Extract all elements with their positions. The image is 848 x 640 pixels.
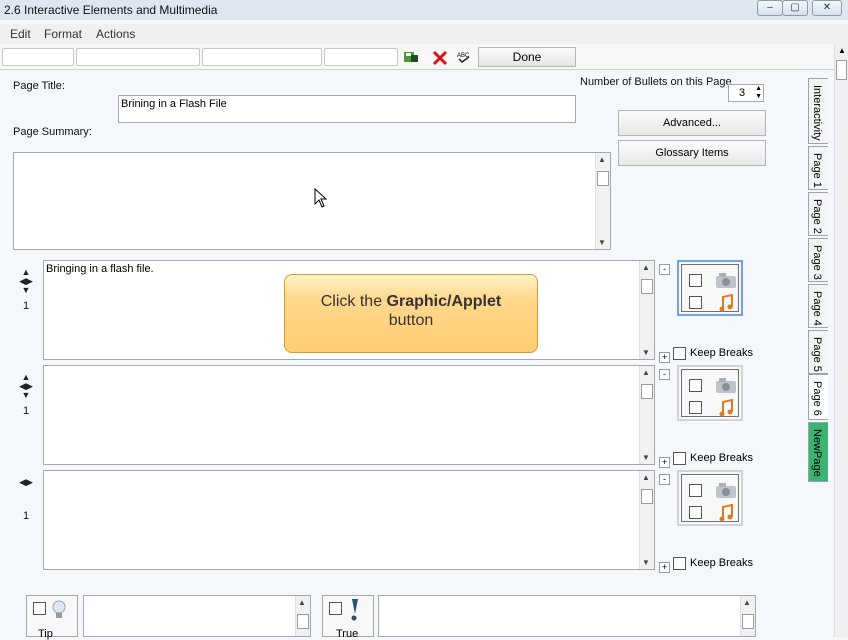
tab-page-4[interactable]: Page 4 — [808, 284, 828, 328]
music-note-icon[interactable] — [718, 504, 734, 522]
page-title-label: Page Title: — [13, 80, 65, 92]
lightbulb-icon — [52, 600, 66, 618]
bullets-count-label: Number of Bullets on this Page — [580, 76, 732, 88]
tip-input[interactable]: ▲ — [83, 595, 311, 637]
callout-line-2: button — [388, 312, 434, 329]
bullet-1-keep-breaks-label: Keep Breaks — [690, 347, 753, 359]
tab-page-5[interactable]: Page 5 — [808, 330, 828, 374]
toolbar: ABC Done — [0, 44, 834, 70]
bullet-2-graphic-checkbox[interactable] — [689, 379, 702, 392]
bullet-3-keep-breaks-label: Keep Breaks — [690, 557, 753, 569]
window-title: 2.6 Interactive Elements and Multimedia — [4, 3, 218, 17]
advanced-button[interactable]: Advanced... — [618, 110, 766, 136]
bullet-1-scrollbar[interactable]: ▲ ▼ — [639, 261, 654, 359]
bullet-2-collapse-button[interactable]: - — [659, 369, 670, 380]
stepper-arrows-icon[interactable]: ▲ ▼ — [755, 85, 762, 101]
bullet-2-scrollbar[interactable]: ▲ ▼ — [639, 366, 654, 464]
bullets-count-stepper[interactable]: 3 ▲ ▼ — [728, 84, 764, 102]
save-icon[interactable] — [403, 50, 419, 64]
true-input[interactable]: ▲ — [378, 595, 756, 637]
title-bar: 2.6 Interactive Elements and Multimedia … — [0, 0, 848, 20]
page-summary-input[interactable]: ▲ ▼ — [13, 152, 611, 250]
bullet-3-number: 1 — [23, 510, 30, 522]
camera-icon[interactable] — [715, 272, 737, 289]
music-note-icon[interactable] — [718, 294, 734, 312]
spellcheck-icon[interactable]: ABC — [457, 51, 471, 63]
glossary-items-button[interactable]: Glossary Items — [618, 140, 766, 166]
exclamation-icon — [351, 599, 358, 621]
bullet-3-expand-button[interactable]: + — [659, 562, 670, 573]
tip-box: Tip — [26, 595, 78, 640]
camera-icon[interactable] — [715, 482, 737, 499]
bullet-3-input[interactable]: ▲ ▼ — [43, 470, 655, 570]
bullet-3-audio-checkbox[interactable] — [689, 506, 702, 519]
menu-edit[interactable]: Edit — [10, 27, 31, 41]
bullet-3-scrollbar[interactable]: ▲ ▼ — [639, 471, 654, 569]
bullet-2-number: 1 — [23, 405, 30, 417]
bullet-1-text: Bringing in a flash file. — [46, 263, 154, 275]
true-scrollbar[interactable]: ▲ — [740, 596, 755, 636]
toolbar-slot[interactable] — [324, 48, 398, 66]
tip-scrollbar[interactable]: ▲ — [295, 596, 310, 636]
bullet-2-input[interactable]: ▲ ▼ — [43, 365, 655, 465]
page-summary-label: Page Summary: — [13, 126, 92, 138]
tab-page-6[interactable]: Page 6 — [808, 374, 828, 420]
callout-line-1: Click the Graphic/Applet — [320, 293, 502, 310]
bullet-3-move-arrows-icon[interactable]: ◀▶ — [19, 478, 33, 487]
tab-page-1[interactable]: Page 1 — [808, 146, 828, 190]
camera-icon[interactable] — [715, 377, 737, 394]
bullet-1-number: 1 — [23, 300, 30, 312]
menu-format[interactable]: Format — [44, 27, 82, 41]
bullet-3-collapse-button[interactable]: - — [659, 474, 670, 485]
maximize-button[interactable]: ▢ — [782, 0, 808, 16]
tip-checkbox[interactable] — [33, 602, 46, 615]
summary-scrollbar[interactable]: ▲ ▼ — [595, 153, 610, 249]
tab-new-page[interactable]: NewPage — [808, 422, 828, 482]
bullet-2-expand-button[interactable]: + — [659, 457, 670, 468]
music-note-icon[interactable] — [718, 399, 734, 417]
bullet-3-graphic-checkbox[interactable] — [689, 484, 702, 497]
true-box: True — [322, 595, 374, 640]
bullet-2-keep-breaks-checkbox[interactable] — [673, 452, 686, 465]
bullet-1-media-box — [677, 260, 743, 316]
tip-label: Tip — [38, 628, 53, 640]
bullets-count-value: 3 — [739, 87, 746, 99]
page-title-value: Brining in a Flash File — [121, 98, 227, 110]
bullet-1-collapse-button[interactable]: - — [659, 264, 670, 275]
bullet-2-move-arrows-icon[interactable]: ▲ ◀▶ ▼ — [19, 373, 33, 400]
bullet-1-graphic-checkbox[interactable] — [689, 274, 702, 287]
close-window-button[interactable]: ✕ — [812, 0, 842, 16]
window-scrollbar[interactable]: ▲ — [834, 44, 848, 637]
done-button[interactable]: Done — [478, 47, 576, 67]
bullet-2-media-box — [677, 365, 743, 421]
bullet-2-keep-breaks-label: Keep Breaks — [690, 452, 753, 464]
mouse-cursor-icon — [314, 188, 328, 208]
bullet-2-audio-checkbox[interactable] — [689, 401, 702, 414]
true-label: True — [336, 628, 359, 640]
minimize-button[interactable]: – — [757, 0, 783, 16]
true-checkbox[interactable] — [329, 602, 342, 615]
menu-bar: Edit Format Actions — [0, 24, 848, 44]
toolbar-slot[interactable] — [2, 48, 74, 66]
tab-page-2[interactable]: Page 2 — [808, 192, 828, 236]
bullet-1-audio-checkbox[interactable] — [689, 296, 702, 309]
bullet-3-keep-breaks-checkbox[interactable] — [673, 557, 686, 570]
menu-actions[interactable]: Actions — [96, 27, 135, 41]
page-title-input[interactable]: Brining in a Flash File — [118, 95, 576, 123]
bullet-3-media-box — [677, 470, 743, 526]
toolbar-slot[interactable] — [202, 48, 322, 66]
instruction-callout: Click the Graphic/Applet button — [284, 274, 538, 353]
bullet-1-expand-button[interactable]: + — [659, 352, 670, 363]
tab-page-3[interactable]: Page 3 — [808, 238, 828, 282]
tab-interactivity[interactable]: Interactivity — [808, 78, 828, 144]
bullet-1-keep-breaks-checkbox[interactable] — [673, 347, 686, 360]
toolbar-slot[interactable] — [76, 48, 200, 66]
delete-icon[interactable] — [432, 50, 448, 66]
bullet-1-move-arrows-icon[interactable]: ▲ ◀▶ ▼ — [19, 268, 33, 295]
